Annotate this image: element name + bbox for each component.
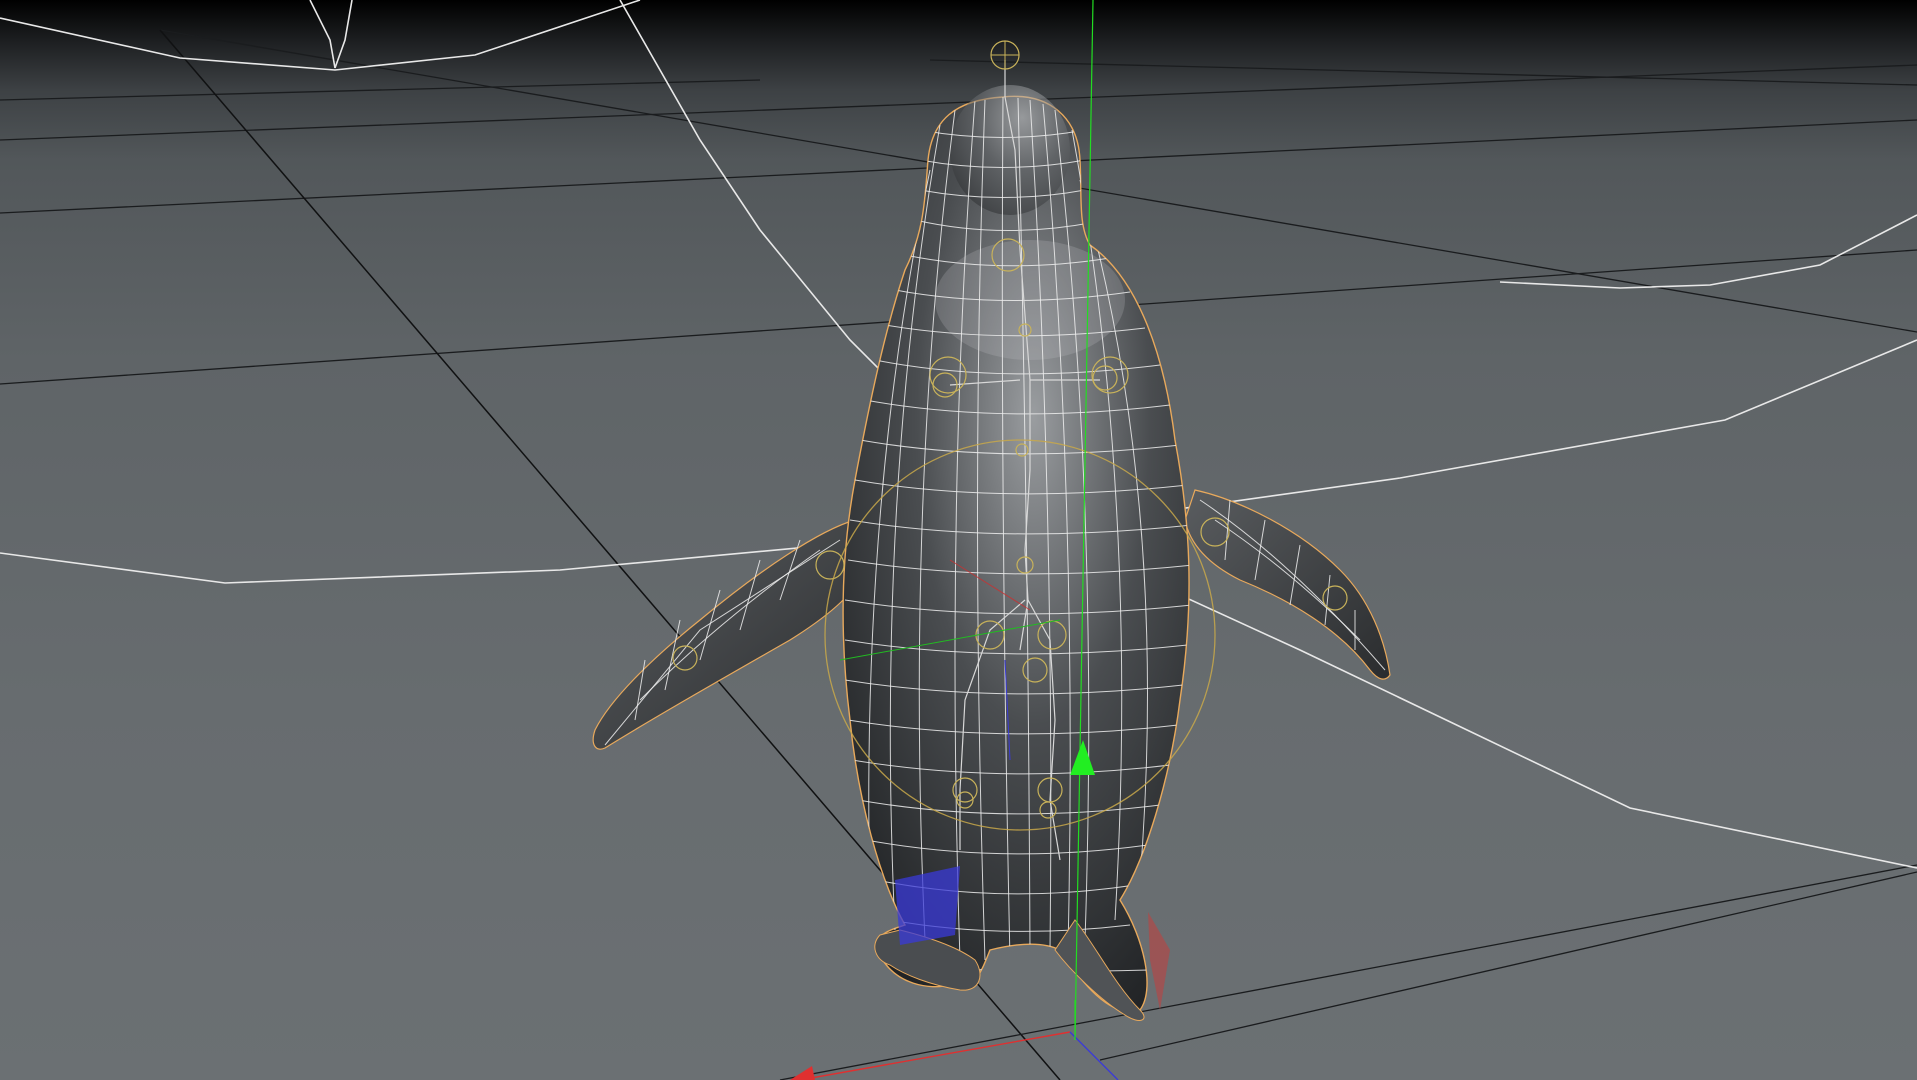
world-axis-icon [790,1000,1119,1080]
3d-viewport[interactable] [0,0,1917,1080]
viewport-canvas[interactable] [0,0,1917,1080]
penguin-model[interactable] [592,85,1391,1021]
penguin-body [842,95,1190,1013]
